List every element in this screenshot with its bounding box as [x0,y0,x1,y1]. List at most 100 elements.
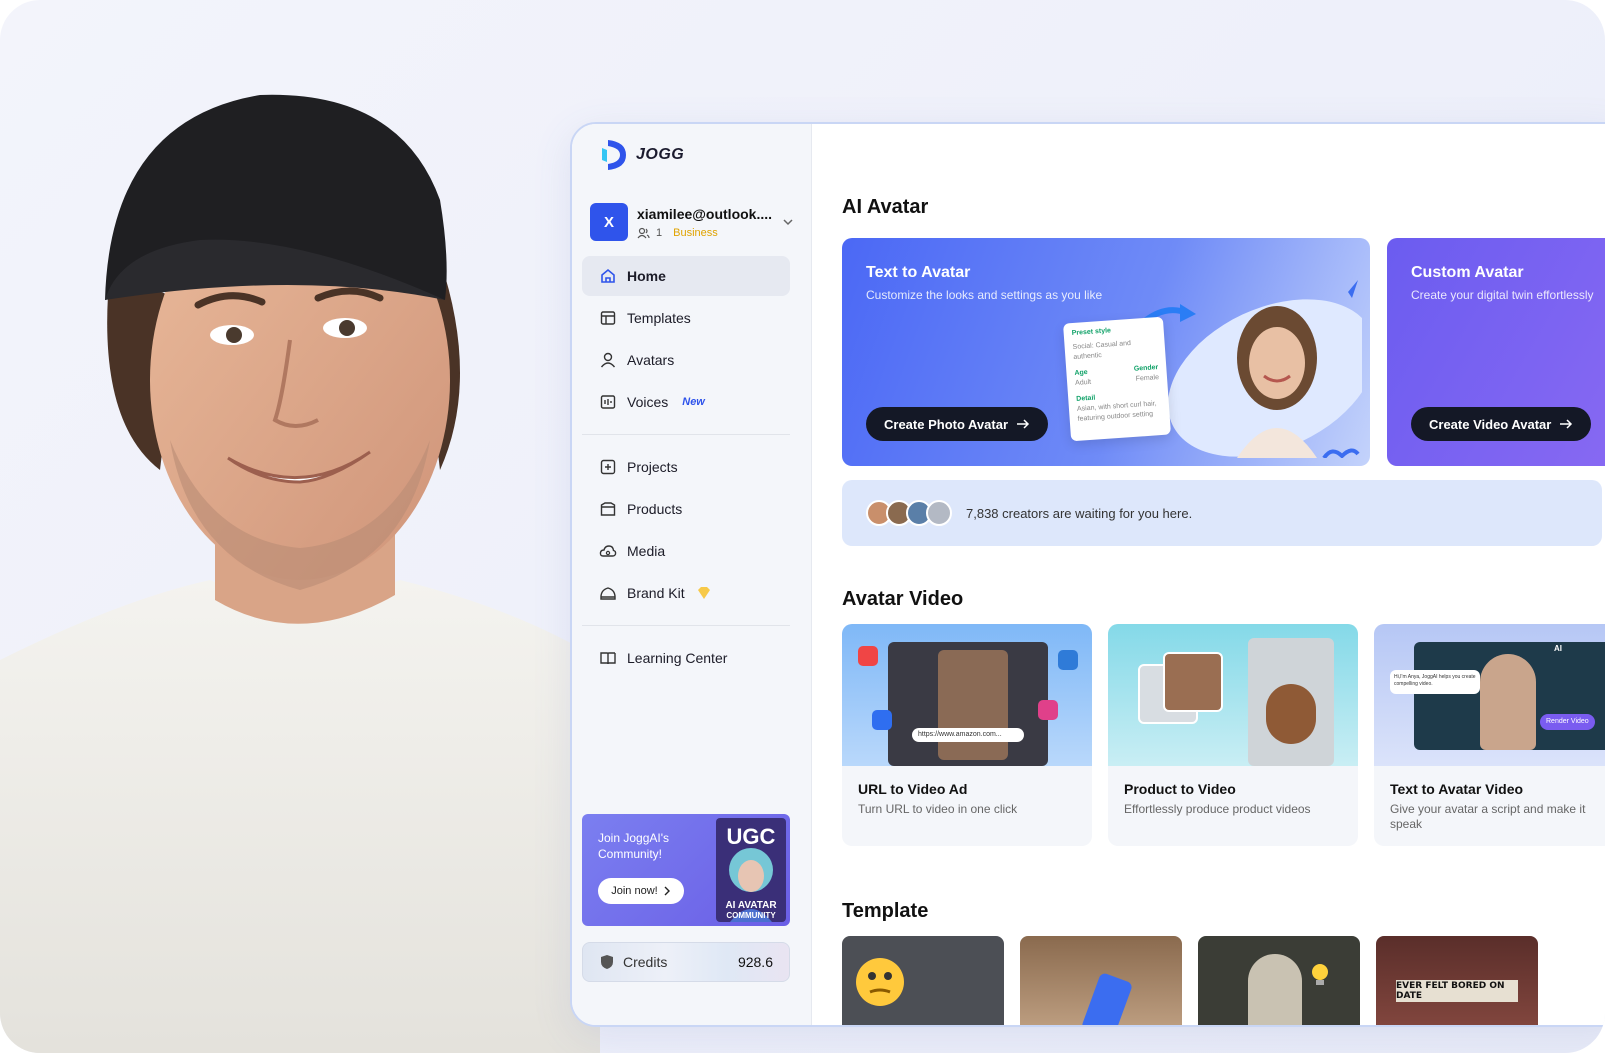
video-card-text-to-avatar-video[interactable]: Hi,I'm Anya, JoggAI helps you create com… [1374,624,1605,846]
lightbulb-icon [1312,964,1328,985]
section-title-ai-avatar: AI Avatar [842,196,929,218]
video-card-product-to-video[interactable]: Product to Video Effortlessly produce pr… [1108,624,1358,846]
creators-banner[interactable]: 7,838 creators are waiting for you here. [842,480,1602,546]
template-caption: EVER FELT BORED ON DATE [1396,980,1518,1002]
section-title-template: Template [842,900,929,922]
video-card-title: Text to Avatar Video [1390,781,1524,797]
community-banner[interactable]: Join JoggAI's Community! Join now! UGC A… [582,814,790,926]
hero-subtitle: Customize the looks and settings as you … [866,288,1103,302]
svg-text:COMMUNITY: COMMUNITY [726,911,776,920]
account-avatar: X [590,203,628,241]
speech-bubble: Hi,I'm Anya, JoggAI helps you create com… [1390,670,1480,694]
sidebar-item-learning-center[interactable]: Learning Center [582,638,790,678]
create-photo-avatar-label: Create Photo Avatar [884,416,1009,432]
preset-style-value: Social: Casual and authentic [1072,339,1132,361]
sidebar-item-voices[interactable]: Voices New [582,382,790,422]
svg-text:UGC: UGC [727,824,776,849]
members-count: 1 [656,226,663,239]
members-icon [637,227,650,238]
sidebar-item-avatars[interactable]: Avatars [582,340,790,380]
brand-kit-icon [600,587,616,600]
shield-icon [601,955,613,969]
account-email: xiamilee@outlook.... [637,205,773,222]
hero-card-custom-avatar[interactable]: Custom Avatar Create your digital twin e… [1387,238,1605,466]
template-card[interactable] [842,936,1004,1025]
app-logo[interactable]: JOGG [598,138,684,172]
presenter-photo [0,94,600,1053]
svg-text:AI AVATAR: AI AVATAR [725,900,777,911]
jogg-logo-icon [602,140,626,170]
render-video-tag: Render Video [1540,714,1595,730]
sidebar-item-products[interactable]: Products [582,489,790,529]
community-text: Join JoggAI's Community! [598,831,669,861]
video-card-desc: Turn URL to video in one click [858,802,1018,816]
promo-frame: JOGG X xiamilee@outlook.... 1 Business H… [0,0,1605,1053]
sidebar-item-label: Brand Kit [627,585,685,601]
sidebar-item-label: Products [627,501,683,517]
ai-tag: AI [1554,644,1562,653]
sidebar-item-label: Media [627,543,666,559]
product-to-video-thumbnail [1108,624,1358,766]
thinking-emoji-icon [856,958,904,1006]
sidebar-item-label: Learning Center [627,650,728,666]
template-card[interactable] [1020,936,1182,1025]
sidebar-item-home[interactable]: Home [582,256,790,296]
sidebar-item-media[interactable]: Media [582,531,790,571]
text-to-avatar-video-thumbnail: Hi,I'm Anya, JoggAI helps you create com… [1374,624,1605,766]
preset-style-label: Preset style [1071,327,1112,338]
creator-avatars [866,500,952,526]
url-bar: https://www.amazon.com... [912,728,1024,742]
hero-card-text-to-avatar[interactable]: Text to Avatar Customize the looks and s… [842,238,1370,466]
book-icon [600,652,616,665]
plan-badge: Business [673,226,718,239]
voices-icon [600,395,616,409]
credits-bar[interactable]: Credits 928.6 [582,942,790,982]
video-card-title: Product to Video [1124,781,1236,797]
avatar-icon [600,352,616,368]
account-switcher[interactable]: X xiamilee@outlook.... 1 Business [590,200,795,244]
sidebar-item-templates[interactable]: Templates [582,298,790,338]
sidebar-item-label: Projects [627,459,678,475]
cloud-icon [599,545,617,557]
ugc-community-image: UGC AI AVATAR COMMUNITY [716,818,786,922]
templates-icon [600,311,616,325]
sidebar-item-label: Home [627,268,666,284]
create-video-avatar-button[interactable]: Create Video Avatar [1411,407,1592,441]
video-card-desc: Give your avatar a script and make it sp… [1390,802,1586,831]
credits-value: 928.6 [737,954,773,970]
new-badge: New [682,396,705,408]
projects-icon [600,459,616,475]
gender-value: Female [1135,374,1160,383]
sidebar: JOGG X xiamilee@outlook.... 1 Business H… [572,124,812,1025]
credits-label: Credits [623,954,668,970]
sidebar-item-label: Voices [627,394,669,410]
sidebar-item-brand-kit[interactable]: Brand Kit [582,573,790,613]
template-card[interactable] [1198,936,1360,1025]
join-now-button[interactable]: Join now! [598,878,684,904]
sidebar-item-projects[interactable]: Projects [582,447,790,487]
video-card-desc: Effortlessly produce product videos [1124,802,1311,816]
hero-title: Text to Avatar [866,264,971,281]
logo-text: JOGG [636,146,685,163]
sidebar-item-label: Templates [627,310,691,326]
chevron-down-icon [783,219,793,226]
template-card[interactable]: EVER FELT BORED ON DATE [1376,936,1538,1025]
create-photo-avatar-button[interactable]: Create Photo Avatar [866,407,1049,441]
diamond-icon [697,587,710,599]
video-card-url-to-video[interactable]: https://www.amazon.com... URL to Video A… [842,624,1092,846]
app-window: JOGG X xiamilee@outlook.... 1 Business H… [570,122,1605,1027]
video-card-title: URL to Video Ad [858,781,968,797]
home-icon [601,268,615,283]
arrow-right-icon [1017,419,1030,429]
products-icon [600,502,616,516]
creator-avatar [926,500,952,526]
hero-subtitle: Create your digital twin effortlessly [1411,288,1594,302]
age-value: Adult [1074,378,1092,387]
chevron-right-icon [664,886,670,896]
creators-text: 7,838 creators are waiting for you here. [966,505,1193,521]
nav-divider [582,625,790,626]
avatar-portrait [1168,280,1362,458]
join-now-label: Join now! [611,885,658,897]
avatar-settings-panel: Preset style Social: Casual and authenti… [1063,316,1171,442]
hero-title: Custom Avatar [1411,264,1524,281]
